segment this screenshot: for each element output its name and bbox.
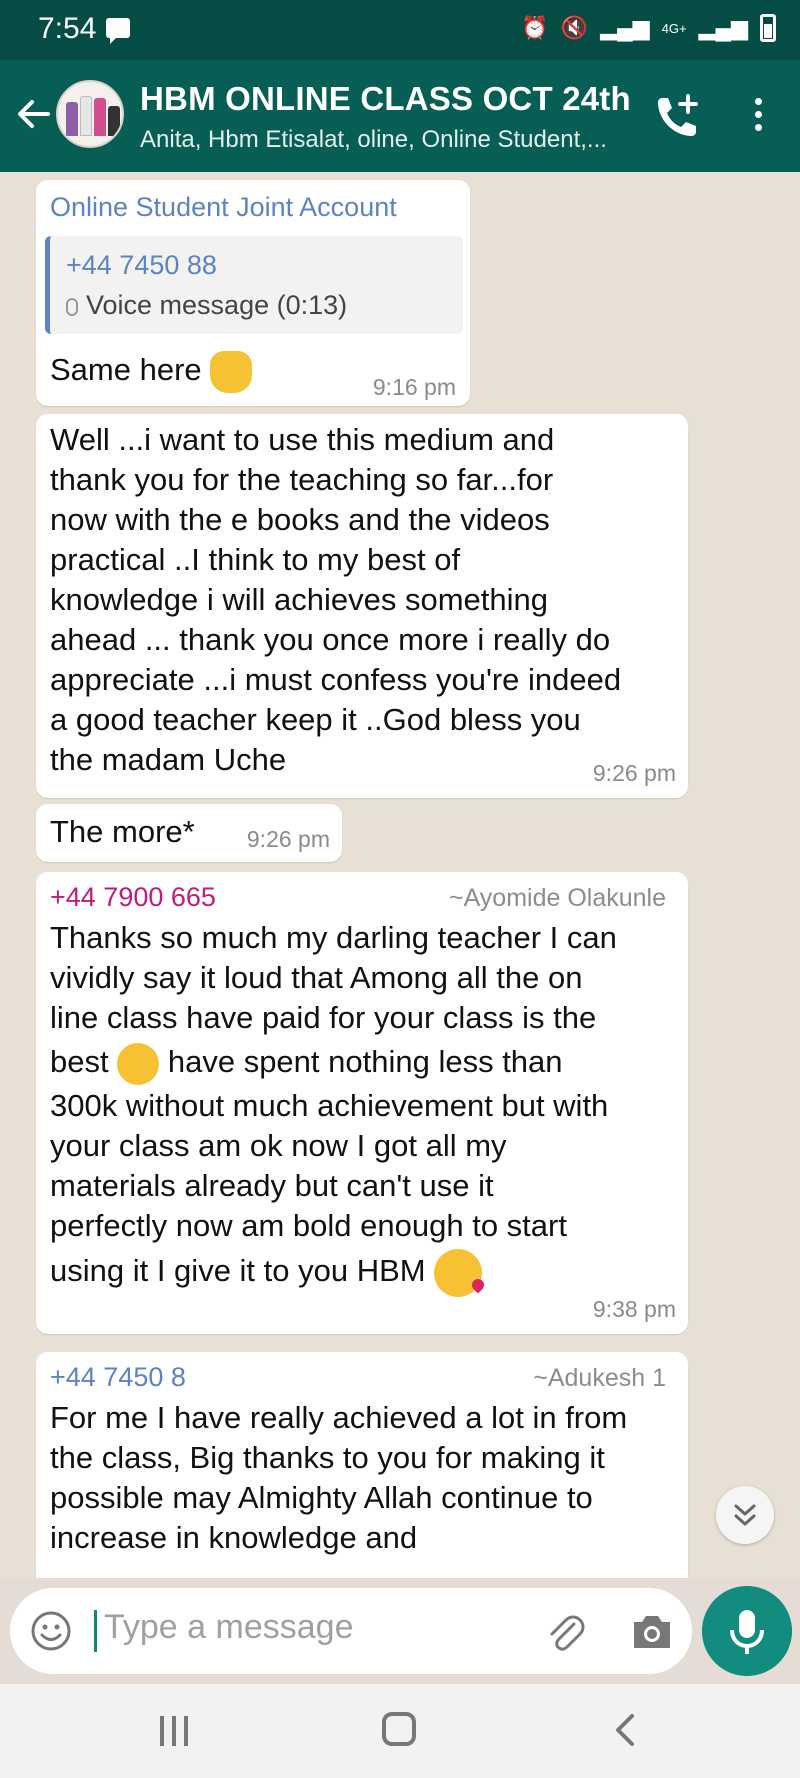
- message-bubble[interactable]: The more* 9:26 pm: [36, 804, 342, 862]
- sender-name: ~Adukesh 1: [533, 1364, 666, 1392]
- message-line: vividly say it loud that Among all the o…: [50, 960, 583, 995]
- message-line: using it I give it to you HBM: [50, 1253, 426, 1288]
- message-line: your class am ok now I got all my: [50, 1128, 507, 1163]
- battery-icon: [760, 14, 776, 42]
- mic-icon[interactable]: [702, 1586, 792, 1676]
- message-time: 9:26 pm: [592, 760, 676, 786]
- home-icon[interactable]: [382, 1712, 416, 1746]
- more-vert-icon[interactable]: [748, 94, 768, 138]
- message-text: Same here: [50, 352, 202, 387]
- sender-name[interactable]: Online Student Joint Account: [50, 192, 397, 223]
- message-line: For me I have really achieved a lot in f…: [50, 1400, 628, 1435]
- message-text: The more*: [50, 814, 195, 849]
- message-line: appreciate ...i must confess you're inde…: [50, 662, 622, 697]
- message-line: Well ...i want to use this medium and: [50, 422, 555, 457]
- message-line: practical ..I think to my best of: [50, 542, 461, 577]
- status-time: 7:54: [38, 12, 97, 45]
- message-line: a good teacher keep it ..God bless you: [50, 702, 581, 737]
- message-time: 9:38 pm: [592, 1296, 676, 1322]
- alarm-icon: ⏰: [521, 15, 549, 40]
- chat-header: HBM ONLINE CLASS OCT 24th Anita, Hbm Eti…: [0, 60, 800, 172]
- quoted-sender: +44 7450 88: [66, 250, 217, 280]
- smiley-icon[interactable]: [30, 1610, 72, 1652]
- status-icons: ⏰ 🔇 ▂▄▆ 4G+ ▂▄▆: [521, 14, 776, 42]
- group-members[interactable]: Anita, Hbm Etisalat, oline, Online Stude…: [140, 126, 607, 154]
- message-time: 9:26 pm: [246, 826, 330, 852]
- message-line: materials already but can't use it: [50, 1168, 494, 1203]
- message-line: Thanks so much my darling teacher I can: [50, 920, 617, 955]
- signal-icon-2: ▂▄▆: [698, 15, 748, 40]
- message-line: knowledge i will achieves something: [50, 582, 548, 617]
- message-bubble[interactable]: Online Student Joint Account +44 7450 88…: [36, 180, 470, 406]
- message-line: line class have paid for your class is t…: [50, 1000, 597, 1035]
- back-arrow-icon[interactable]: [14, 94, 54, 134]
- message-line: possible may Almighty Allah continue to: [50, 1480, 593, 1515]
- chat-notification-icon: [106, 18, 130, 44]
- mic-icon: [66, 297, 78, 316]
- message-line: thank you for the teaching so far...for: [50, 462, 554, 497]
- message-bubble[interactable]: Well ...i want to use this medium and th…: [36, 414, 688, 798]
- message-line: best: [50, 1044, 109, 1079]
- quoted-message[interactable]: +44 7450 88 Voice message (0:13): [45, 236, 463, 334]
- network-type-label: 4G+: [661, 20, 687, 36]
- recents-icon[interactable]: [160, 1716, 190, 1746]
- kiss-emoji-icon: [434, 1248, 483, 1297]
- message-line: perfectly now am bold enough to start: [50, 1208, 567, 1243]
- sender-phone[interactable]: +44 7450 8: [50, 1362, 186, 1393]
- camera-icon[interactable]: [630, 1612, 674, 1652]
- chat-area[interactable]: Online Student Joint Account +44 7450 88…: [0, 172, 800, 1578]
- chevron-double-down-icon[interactable]: [716, 1486, 774, 1544]
- message-line: increase in knowledge and: [50, 1520, 418, 1555]
- message-line: ahead ... thank you once more i really d…: [50, 622, 611, 657]
- nav-back-icon[interactable]: [610, 1712, 640, 1748]
- system-nav-bar: [0, 1684, 800, 1778]
- message-bubble[interactable]: +44 7450 8 ~Adukesh 1 For me I have real…: [36, 1352, 688, 1578]
- message-line: the madam Uche: [50, 742, 287, 777]
- message-line: 300k without much achievement but with: [50, 1088, 609, 1123]
- message-time: 9:16 pm: [372, 374, 456, 400]
- group-title[interactable]: HBM ONLINE CLASS OCT 24th: [140, 80, 631, 118]
- call-add-icon[interactable]: [652, 90, 704, 142]
- status-bar: 7:54 ⏰ 🔇 ▂▄▆ 4G+ ▂▄▆: [0, 0, 800, 60]
- group-avatar[interactable]: [56, 80, 124, 148]
- paperclip-icon[interactable]: [544, 1610, 588, 1654]
- raised-hand-emoji-icon: [210, 350, 253, 393]
- message-input[interactable]: [104, 1608, 464, 1647]
- message-line: now with the e books and the videos: [50, 502, 550, 537]
- message-bubble[interactable]: +44 7900 665 ~Ayomide Olakunle Thanks so…: [36, 872, 688, 1334]
- mute-icon: 🔇: [560, 15, 589, 40]
- ok-hand-emoji-icon: [117, 1042, 160, 1085]
- message-composer: [10, 1588, 692, 1674]
- quoted-content: Voice message (0:13): [86, 290, 348, 320]
- message-line: have spent nothing less than: [167, 1044, 563, 1079]
- text-cursor: [94, 1610, 97, 1652]
- sender-name: ~Ayomide Olakunle: [448, 884, 666, 912]
- sender-phone[interactable]: +44 7900 665: [50, 882, 216, 913]
- signal-icon: ▂▄▆: [600, 15, 650, 40]
- message-line: the class, Big thanks to you for making …: [50, 1440, 605, 1475]
